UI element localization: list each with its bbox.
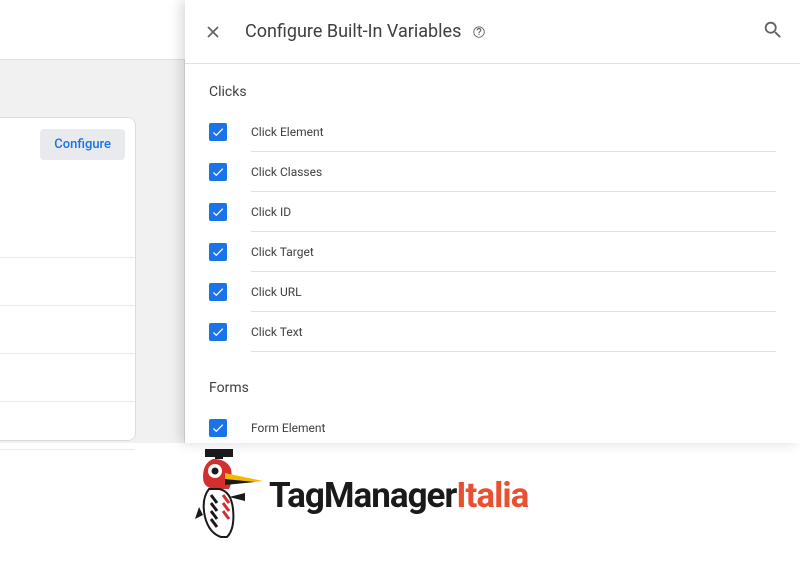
variable-row: Click URL [209, 272, 776, 312]
background-panel: Configure [0, 117, 136, 441]
logo-text-1: TagManager [269, 475, 456, 516]
section-title: Forms [209, 380, 776, 396]
variable-label: Click Text [251, 325, 303, 339]
panel-title: Configure Built-In Variables [245, 21, 461, 42]
section-clicks: Clicks Click Element Click Classes Click… [209, 84, 776, 352]
close-icon[interactable] [201, 20, 225, 44]
help-icon[interactable] [471, 24, 487, 40]
variable-label: Click Target [251, 245, 314, 259]
variable-label: Click Element [251, 125, 324, 139]
variable-label: Click Classes [251, 165, 322, 179]
variable-row: Form Element [209, 408, 776, 443]
variable-row: Click Classes [209, 152, 776, 192]
woodpecker-icon [195, 449, 267, 541]
background-row [0, 354, 135, 402]
background-row [0, 258, 135, 306]
section-forms: Forms Form Element [209, 380, 776, 443]
checkbox[interactable] [209, 323, 227, 341]
checkbox[interactable] [209, 203, 227, 221]
search-icon[interactable] [762, 19, 784, 45]
logo-text: TagManagerItalia [269, 475, 528, 516]
background-topbar [0, 0, 185, 60]
panel-header: Configure Built-In Variables [185, 0, 800, 64]
checkbox[interactable] [209, 283, 227, 301]
configure-button[interactable]: Configure [40, 129, 125, 160]
variable-row: Click Element [209, 112, 776, 152]
slide-panel: Configure Built-In Variables Clicks Clic… [185, 0, 800, 443]
checkbox[interactable] [209, 419, 227, 437]
section-title: Clicks [209, 84, 776, 100]
checkbox[interactable] [209, 123, 227, 141]
variable-row: Click Target [209, 232, 776, 272]
background-row [0, 402, 135, 450]
logo-text-2: Italia [456, 475, 528, 516]
variable-label: Click ID [251, 205, 291, 219]
variable-row: Click ID [209, 192, 776, 232]
variable-label: Form Element [251, 421, 325, 435]
panel-body: Clicks Click Element Click Classes Click… [185, 64, 800, 443]
background-row [0, 210, 135, 258]
background-overlay: Configure [0, 0, 185, 443]
background-row [0, 306, 135, 354]
variable-row: Click Text [209, 312, 776, 352]
variable-label: Click URL [251, 285, 302, 299]
checkbox[interactable] [209, 243, 227, 261]
checkbox[interactable] [209, 163, 227, 181]
logo: TagManagerItalia [195, 449, 528, 541]
